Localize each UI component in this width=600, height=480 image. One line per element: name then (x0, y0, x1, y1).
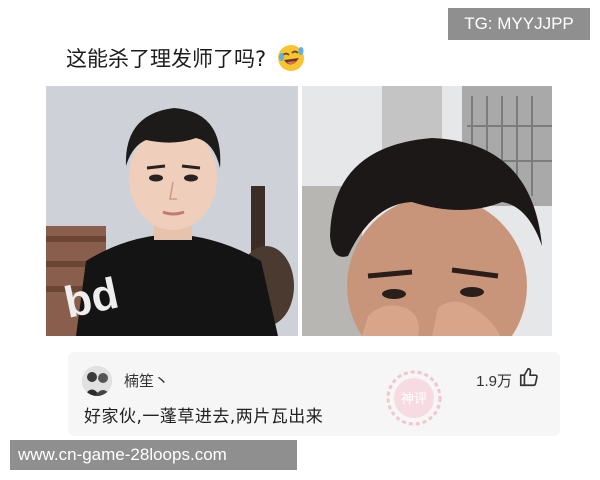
caption-text: 这能杀了理发师了吗? (66, 47, 267, 71)
left-photo: bd (46, 86, 298, 336)
site-watermark: www.cn-game-28loops.com (10, 440, 297, 470)
man-covering-face-selfie-illustration (302, 86, 552, 336)
post-caption: 这能杀了理发师了吗? (66, 42, 305, 76)
right-photo (302, 86, 552, 336)
comment-username[interactable]: 楠笙丶 (124, 370, 169, 391)
comment-like-count: 1.9万 (476, 373, 512, 390)
young-man-selfie-illustration: bd (46, 86, 298, 336)
stamp-label: 神评 (401, 392, 427, 407)
comment-text: 好家伙,一蓬草进去,两片瓦出来 (84, 407, 324, 427)
tg-badge: TG: MYYJJPP (448, 8, 590, 40)
thumbs-up-icon[interactable] (518, 366, 540, 388)
rolling-on-floor-laughing-emoji-icon (277, 45, 304, 71)
user-avatar-icon[interactable] (82, 366, 112, 396)
hot-comment-stamp-icon: 神评 (386, 370, 442, 426)
top-comment-card[interactable]: 楠笙丶 1.9万 好家伙,一蓬草进去,两片瓦出来 神评 (68, 352, 560, 436)
